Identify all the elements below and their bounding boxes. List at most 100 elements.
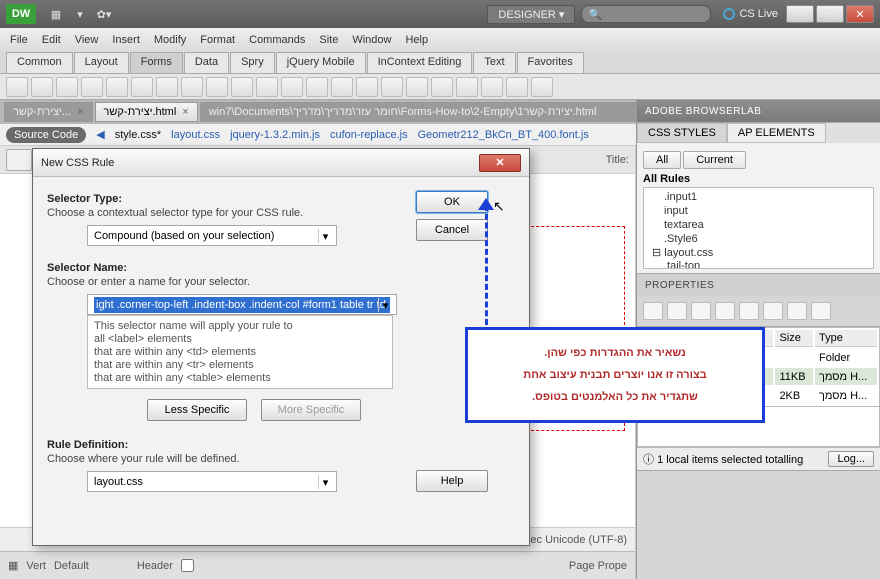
rule-item[interactable]: .Style6 bbox=[648, 232, 869, 246]
menu-commands[interactable]: Commands bbox=[249, 34, 305, 46]
tag-selector[interactable]: ▦ bbox=[8, 559, 18, 572]
menu-insert[interactable]: Insert bbox=[112, 34, 140, 46]
prop-icon[interactable] bbox=[643, 302, 663, 320]
checkbox-icon[interactable] bbox=[106, 77, 128, 97]
dialog-titlebar[interactable]: New CSS Rule ✕ bbox=[33, 149, 529, 177]
css-styles-tab[interactable]: CSS STYLES bbox=[637, 123, 727, 143]
prop-icon[interactable] bbox=[691, 302, 711, 320]
select-icon[interactable] bbox=[206, 77, 228, 97]
layout-icon[interactable]: ▦ bbox=[44, 4, 68, 24]
tab-forms[interactable]: Forms bbox=[130, 52, 183, 73]
close-button[interactable]: ✕ bbox=[846, 5, 874, 23]
menu-view[interactable]: View bbox=[75, 34, 99, 46]
selector-type-combo[interactable]: Compound (based on your selection) ▾ bbox=[87, 225, 337, 246]
close-icon[interactable]: × bbox=[77, 106, 83, 118]
menu-window[interactable]: Window bbox=[352, 34, 391, 46]
jumpmenu-icon[interactable] bbox=[231, 77, 253, 97]
tab-common[interactable]: Common bbox=[6, 52, 73, 73]
checkboxgroup-icon[interactable] bbox=[131, 77, 153, 97]
textfield-icon[interactable] bbox=[31, 77, 53, 97]
code-view-button[interactable] bbox=[6, 149, 32, 171]
current-button[interactable]: Current bbox=[683, 151, 746, 169]
tab-text[interactable]: Text bbox=[473, 52, 515, 73]
prop-icon[interactable] bbox=[667, 302, 687, 320]
log-button[interactable]: Log... bbox=[828, 451, 874, 467]
related-file[interactable]: cufon-replace.js bbox=[330, 129, 408, 141]
related-file[interactable]: Geometr212_BkCn_BT_400.font.js bbox=[418, 129, 589, 141]
less-specific-button[interactable]: Less Specific bbox=[147, 399, 247, 421]
related-file[interactable]: style.css* bbox=[115, 129, 161, 141]
ap-elements-tab[interactable]: AP ELEMENTS bbox=[727, 123, 826, 143]
rule-item[interactable]: .input1 bbox=[648, 190, 869, 204]
menu-format[interactable]: Format bbox=[200, 34, 235, 46]
related-file[interactable]: jquery-1.3.2.min.js bbox=[230, 129, 320, 141]
css-rules-tree[interactable]: .input1 input textarea .Style6 ⊟ layout.… bbox=[643, 187, 874, 269]
spry-password-icon[interactable] bbox=[481, 77, 503, 97]
rule-definition-combo[interactable]: layout.css ▾ bbox=[87, 471, 337, 492]
rule-item[interactable]: input bbox=[648, 204, 869, 218]
rule-item[interactable]: textarea bbox=[648, 218, 869, 232]
spry-checkbox-icon[interactable] bbox=[431, 77, 453, 97]
prop-icon[interactable] bbox=[763, 302, 783, 320]
prop-icon[interactable] bbox=[739, 302, 759, 320]
button-icon[interactable] bbox=[306, 77, 328, 97]
maximize-button[interactable]: ▭ bbox=[816, 5, 844, 23]
selector-name-input[interactable] bbox=[94, 297, 390, 313]
tab-layout[interactable]: Layout bbox=[74, 52, 129, 73]
doc-tab-1[interactable]: יצירת-קשר.html× bbox=[95, 102, 198, 122]
chevron-left-icon[interactable]: ◀ bbox=[96, 128, 104, 141]
tab-spry[interactable]: Spry bbox=[230, 52, 275, 73]
menu-help[interactable]: Help bbox=[405, 34, 428, 46]
filefield-icon[interactable] bbox=[281, 77, 303, 97]
source-code-button[interactable]: Source Code bbox=[6, 127, 86, 143]
tab-jquery[interactable]: jQuery Mobile bbox=[276, 52, 366, 73]
header-checkbox[interactable] bbox=[181, 559, 194, 572]
cs-live-button[interactable]: CS Live bbox=[723, 8, 778, 20]
hidden-icon[interactable] bbox=[56, 77, 78, 97]
rule-group[interactable]: ⊟ layout.css bbox=[648, 246, 869, 259]
col-type[interactable]: Type bbox=[815, 330, 877, 347]
cancel-button[interactable]: Cancel bbox=[416, 219, 488, 241]
spry-select-icon[interactable] bbox=[456, 77, 478, 97]
tab-data[interactable]: Data bbox=[184, 52, 229, 73]
spry-confirm-icon[interactable] bbox=[506, 77, 528, 97]
minimize-button[interactable]: — bbox=[786, 5, 814, 23]
label-icon[interactable] bbox=[331, 77, 353, 97]
extend-icon[interactable]: ✿▾ bbox=[92, 4, 116, 24]
menu-file[interactable]: File bbox=[10, 34, 28, 46]
form-icon[interactable] bbox=[6, 77, 28, 97]
dialog-close-button[interactable]: ✕ bbox=[479, 154, 521, 172]
more-specific-button[interactable]: More Specific bbox=[261, 399, 361, 421]
all-button[interactable]: All bbox=[643, 151, 681, 169]
search-input[interactable]: 🔍 bbox=[581, 5, 711, 23]
dropdown-icon[interactable]: ▾ bbox=[68, 4, 92, 24]
close-icon[interactable]: × bbox=[182, 106, 188, 118]
spry-textarea-icon[interactable] bbox=[406, 77, 428, 97]
default-value[interactable]: Default bbox=[54, 560, 89, 572]
col-size[interactable]: Size bbox=[775, 330, 813, 347]
fieldset-icon[interactable] bbox=[356, 77, 378, 97]
spry-radio-icon[interactable] bbox=[531, 77, 553, 97]
imagefield-icon[interactable] bbox=[256, 77, 278, 97]
spry-text-icon[interactable] bbox=[381, 77, 403, 97]
menu-edit[interactable]: Edit bbox=[42, 34, 61, 46]
prop-icon[interactable] bbox=[811, 302, 831, 320]
radiogroup-icon[interactable] bbox=[181, 77, 203, 97]
help-button[interactable]: Help bbox=[416, 470, 488, 492]
related-file[interactable]: layout.css bbox=[171, 129, 220, 141]
radio-icon[interactable] bbox=[156, 77, 178, 97]
menu-modify[interactable]: Modify bbox=[154, 34, 186, 46]
selector-name-combo[interactable]: ▾ bbox=[87, 294, 397, 315]
tab-favorites[interactable]: Favorites bbox=[517, 52, 584, 73]
doc-tab-0[interactable]: יצירת-קשר...× bbox=[4, 102, 93, 122]
properties-panel-header[interactable]: Properties bbox=[637, 274, 880, 296]
prop-icon[interactable] bbox=[787, 302, 807, 320]
menu-site[interactable]: Site bbox=[319, 34, 338, 46]
workspace-switcher[interactable]: DESIGNER ▾ bbox=[487, 5, 575, 24]
rule-item[interactable]: .tail-top bbox=[648, 259, 869, 269]
page-properties-button[interactable]: Page Prope bbox=[569, 560, 627, 572]
prop-icon[interactable] bbox=[715, 302, 735, 320]
textarea-icon[interactable] bbox=[81, 77, 103, 97]
tab-incontext[interactable]: InContext Editing bbox=[367, 52, 473, 73]
browserlab-panel-header[interactable]: ADOBE BROWSERLAB bbox=[637, 100, 880, 122]
